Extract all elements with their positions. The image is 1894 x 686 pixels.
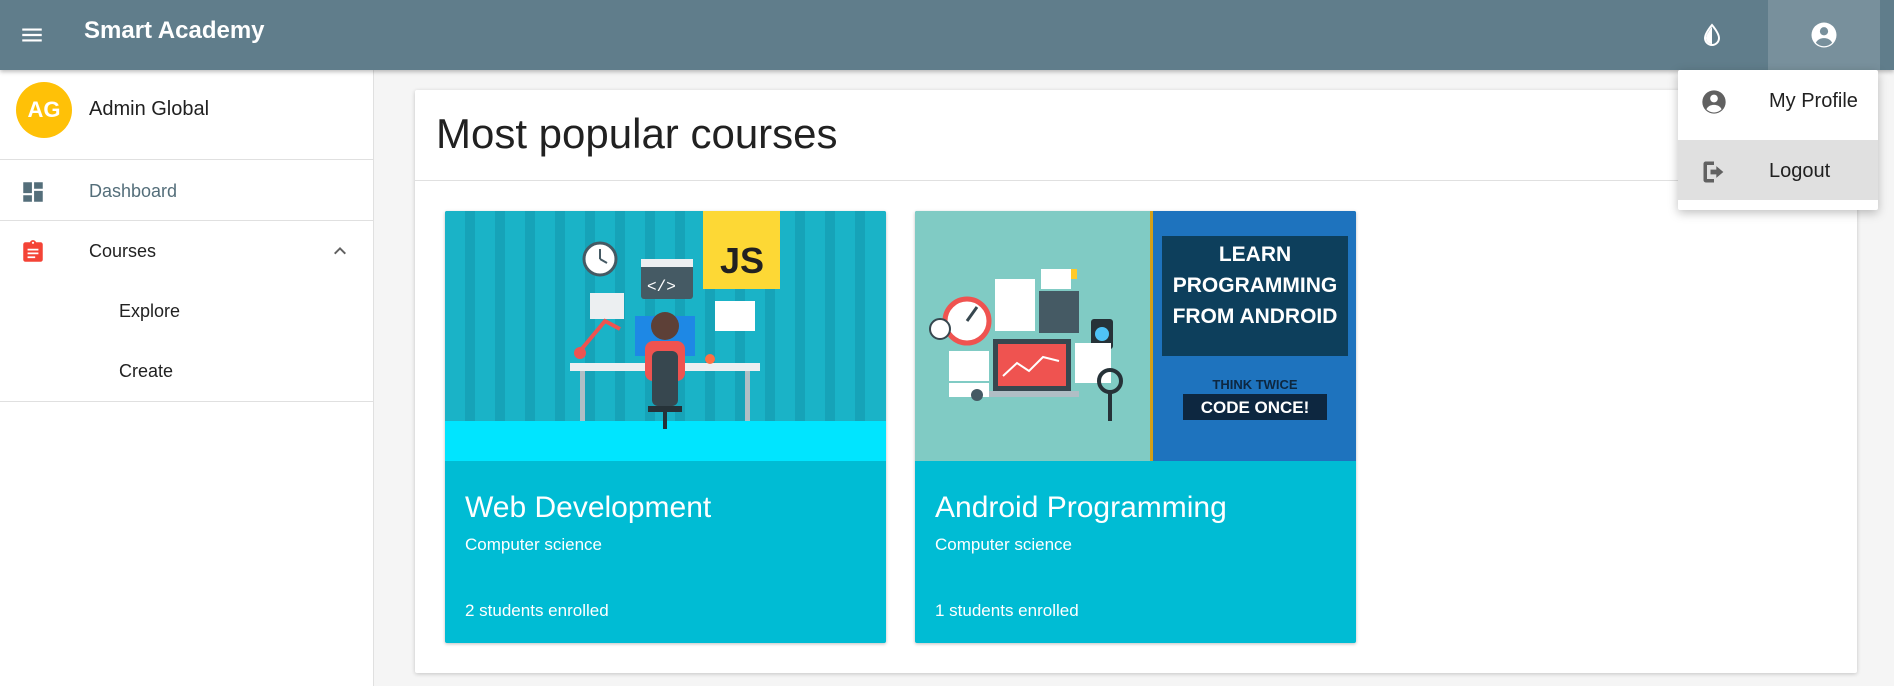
user-name: Admin Global [89, 98, 210, 120]
menu-icon [22, 28, 42, 42]
account-button[interactable] [1768, 0, 1880, 70]
learn-line-1: LEARN [1219, 243, 1291, 266]
divider [0, 401, 373, 402]
course-enrolled-count: 1 students enrolled [935, 601, 1079, 620]
account-circle-icon [1702, 90, 1726, 114]
course-title: Android Programming [935, 491, 1227, 524]
app-bar: Smart Academy [0, 0, 1894, 70]
account-circle-icon [1811, 22, 1837, 48]
sidebar-item-label: Dashboard [89, 181, 178, 201]
course-category: Computer science [465, 535, 603, 554]
user-profile-row[interactable]: AG Admin Global [0, 70, 373, 160]
course-card-android-programming[interactable]: LEARN PROGRAMMING FROM ANDROID THINK TWI… [915, 211, 1356, 643]
sidebar-item-label: Courses [89, 241, 157, 261]
sidebar-item-explore[interactable]: Explore [0, 281, 373, 341]
side-drawer: AG Admin Global Dashboard Courses Explor… [0, 70, 374, 686]
invert-colors-icon [1703, 23, 1721, 46]
code-window-text: </> [647, 278, 676, 296]
page-title: Most popular courses [436, 110, 838, 157]
course-title: Web Development [465, 491, 712, 524]
menu-button[interactable] [8, 11, 56, 59]
sidebar-item-dashboard[interactable]: Dashboard [0, 161, 373, 221]
sidebar-item-label: Create [119, 361, 174, 381]
assignment-icon [23, 240, 43, 262]
course-category: Computer science [935, 535, 1073, 554]
logout-icon [1703, 161, 1724, 183]
avatar: AG [16, 82, 72, 138]
menu-item-my-profile[interactable]: My Profile [1678, 70, 1878, 130]
js-badge-text: JS [720, 240, 764, 281]
learn-line-2: PROGRAMMING [1173, 274, 1338, 297]
course-card-web-development[interactable]: JS </> Web Development Computer science … [445, 211, 886, 643]
theme-toggle-button[interactable] [1688, 11, 1736, 59]
menu-item-label: My Profile [1769, 90, 1858, 112]
sidebar-item-label: Explore [119, 301, 181, 321]
course-enrolled-count: 2 students enrolled [465, 601, 609, 620]
learn-line-3: FROM ANDROID [1173, 305, 1338, 328]
divider [415, 180, 1857, 181]
code-once-text: CODE ONCE! [1201, 398, 1310, 417]
course-image-android-programming: LEARN PROGRAMMING FROM ANDROID THINK TWI… [915, 211, 1356, 461]
sidebar-item-create[interactable]: Create [0, 341, 373, 401]
course-image-web-development: JS </> [445, 211, 886, 461]
dashboard-icon [23, 182, 43, 202]
menu-item-logout[interactable]: Logout [1678, 140, 1878, 200]
account-menu: My Profile Logout [1678, 70, 1878, 210]
think-twice-text: THINK TWICE [1212, 377, 1298, 392]
popular-courses-panel: Most popular courses JS </> Web Developm… [415, 90, 1857, 673]
menu-item-label: Logout [1769, 160, 1831, 182]
app-title: Smart Academy [84, 17, 265, 44]
chevron-up-icon[interactable] [328, 239, 352, 263]
sidebar-item-courses[interactable]: Courses [0, 221, 373, 281]
